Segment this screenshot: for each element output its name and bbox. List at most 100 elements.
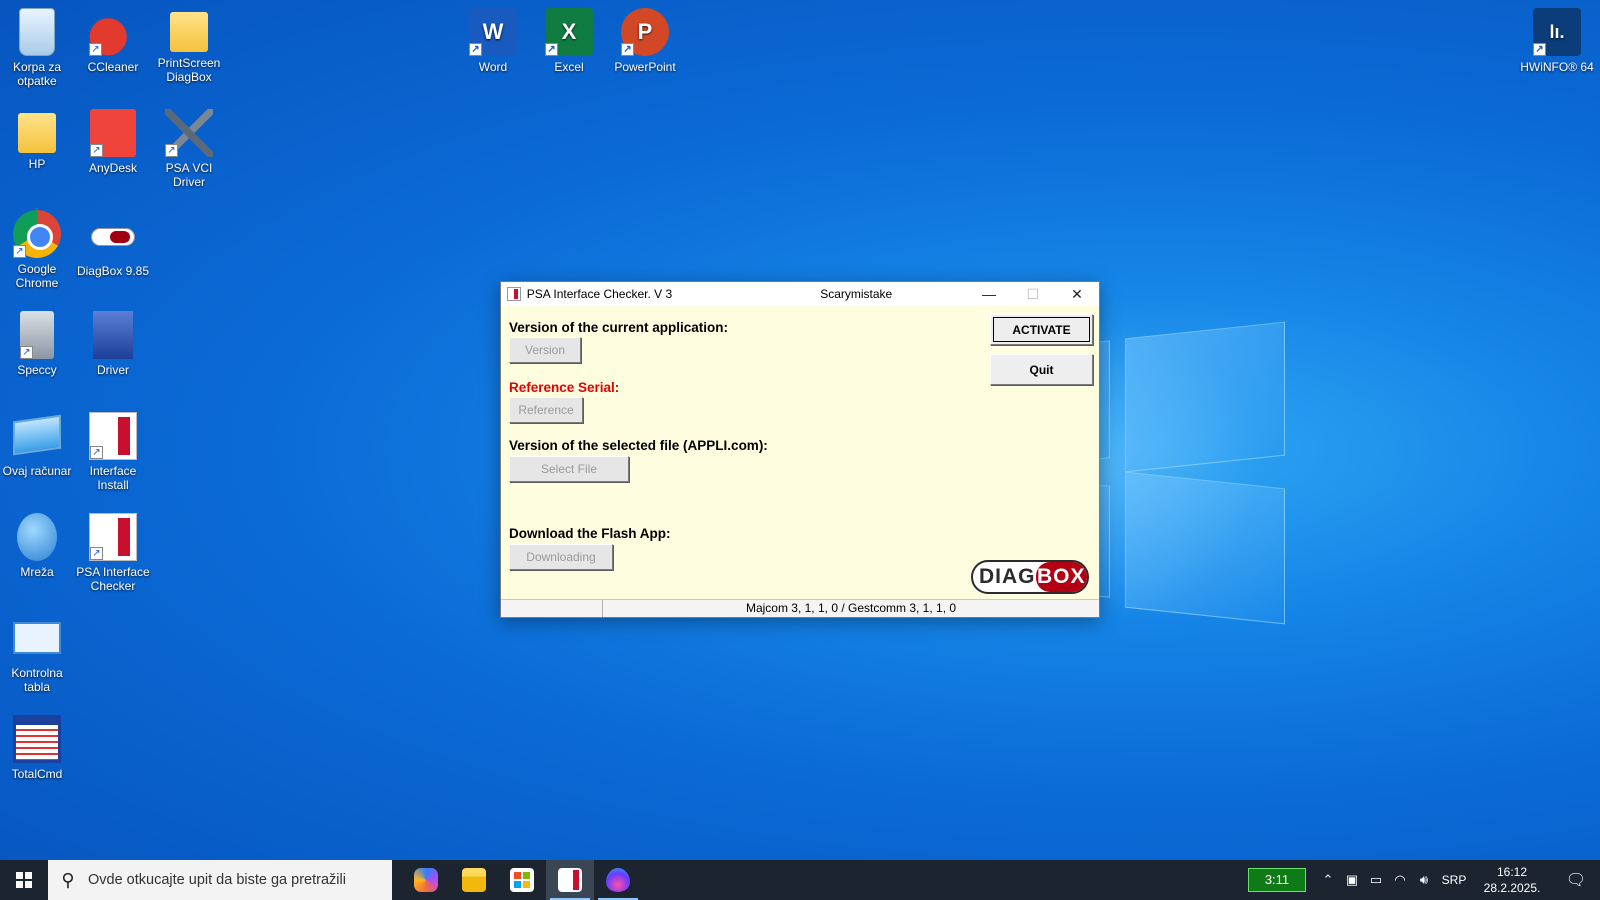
desktop-icon-label: PSA Interface Checker [76,565,150,593]
desktop-icon-driver[interactable]: Driver [76,311,150,377]
word-icon: W ↗ [469,8,517,56]
clock[interactable]: 16:12 28.2.2025. [1472,864,1552,896]
copilot-icon [414,868,438,892]
desktop-icon-network[interactable]: Mreža [0,513,74,579]
system-tray: 3:11 ⌃ ▣ ▭ ◠ 🔊︎ SRP 16:12 28.2.2025. 🗨︎ [1248,860,1600,900]
version-label: Version of the current application: [509,320,729,335]
desktop-icon-this-pc[interactable]: Ovaj računar [0,412,74,478]
psa-app-icon: ↗ [89,412,137,460]
taskbar-psa-interface-checker[interactable] [546,860,594,900]
psa-interface-checker-icon [558,868,582,892]
flash-app-label: Download the Flash App: [509,526,671,541]
language-indicator[interactable]: SRP [1436,873,1472,887]
desktop-icon-label: HWiNFO® 64 [1520,60,1594,74]
battery-icon[interactable]: ▭ [1364,872,1388,888]
desktop-icon-label: Speccy [17,363,57,377]
window-user-name: Scarymistake [820,287,893,301]
activate-button[interactable]: ACTIVATE [990,314,1093,345]
driver-icon [93,311,133,359]
search-box[interactable]: ⚲ Ovde otkucajte upit da biste ga pretra… [48,860,392,900]
search-placeholder: Ovde otkucajte upit da biste ga pretraži… [88,872,346,888]
notification-center-icon[interactable]: 🗨︎ [1552,870,1600,890]
status-version-text: Majcom 3, 1, 1, 0 / Gestcomm 3, 1, 1, 0 [745,601,957,615]
version-button[interactable]: Version [509,337,581,363]
desktop-icon-label: Ovaj računar [2,464,72,478]
desktop-icon-powerpoint[interactable]: P ↗ PowerPoint [608,8,682,74]
clock-date: 28.2.2025. [1483,881,1541,895]
maximize-button: ☐ [1026,286,1040,302]
desktop-icon-label: PowerPoint [614,60,676,74]
windows-start-icon [16,872,32,888]
ccleaner-icon: ↗ [89,8,137,56]
reference-serial-label: Reference Serial: [509,380,620,395]
desktop-icon-label: TotalCmd [11,767,63,781]
desktop-icon-label: CCleaner [87,60,139,74]
desktop-icon-label: PrintScreen DiagBox [157,56,221,84]
network-icon [17,513,57,561]
desktop-icon-hwinfo[interactable]: lı. ↗ HWiNFO® 64 [1520,8,1594,74]
search-icon: ⚲ [61,869,75,890]
taskbar-drop-app[interactable] [594,860,642,900]
desktop-icon-totalcmd[interactable]: TotalCmd [0,715,74,781]
select-file-button[interactable]: Select File [509,456,629,482]
drop-app-icon [606,868,630,892]
psa-app-icon: ↗ [89,513,137,561]
desktop-icon-label: PSA VCI Driver [165,161,213,189]
desktop-icon-psa-vci-driver[interactable]: ↗ PSA VCI Driver [152,109,226,189]
reference-button[interactable]: Reference [509,397,583,423]
status-left-pane [501,600,603,617]
desktop-icon-word[interactable]: W ↗ Word [456,8,530,74]
start-button[interactable] [0,860,48,900]
taskbar-store[interactable] [498,860,546,900]
quit-button[interactable]: Quit [990,354,1093,385]
desktop-icon-label: Google Chrome [15,262,59,290]
desktop-icon-excel[interactable]: X ↗ Excel [532,8,606,74]
desktop-icon-recycle-bin[interactable]: Korpa za otpatke [0,8,74,88]
speccy-icon: ↗ [20,311,54,359]
window-title: PSA Interface Checker. V 3 [526,287,673,301]
app-icon [507,287,521,301]
desktop-icon-diagbox[interactable]: DiagBox 9.85 [76,210,150,278]
totalcmd-icon [13,715,61,763]
desktop-icon-hp[interactable]: HP [0,109,74,171]
desktop-icon-label: Mreža [20,565,54,579]
downloading-button[interactable]: Downloading [509,544,613,570]
powerpoint-icon: P ↗ [621,8,669,56]
desktop-icon-label: DiagBox 9.85 [76,264,150,278]
tools-icon: ↗ [165,109,213,157]
minimize-button[interactable]: — [967,282,1011,306]
window-titlebar[interactable]: PSA Interface Checker. V 3 Scarymistake … [501,282,1099,306]
desktop-icon-speccy[interactable]: ↗ Speccy [0,311,74,377]
battery-time-widget[interactable]: 3:11 [1248,868,1306,892]
anydesk-icon: ↗ [90,109,136,157]
control-panel-icon [13,622,61,654]
volume-icon[interactable]: 🔊︎ [1412,872,1436,888]
wifi-icon[interactable]: ◠ [1388,872,1412,888]
desktop-icon-ccleaner[interactable]: ↗ CCleaner [76,8,150,74]
desktop-icon-printscreen-diagbox[interactable]: PrintScreen DiagBox [152,8,226,84]
desktop-icon-label: HP [28,157,46,171]
taskbar-file-explorer[interactable] [450,860,498,900]
folder-icon [170,12,208,52]
taskbar-copilot[interactable] [402,860,450,900]
excel-icon: X ↗ [545,8,593,56]
clock-time: 16:12 [1496,865,1528,879]
file-explorer-icon [462,868,486,892]
computer-icon [13,414,61,456]
close-button[interactable]: ✕ [1055,282,1099,306]
user-folder-icon [18,113,56,153]
meet-camera-icon[interactable]: ▣ [1340,872,1364,888]
desktop-icon-anydesk[interactable]: ↗ AnyDesk [76,109,150,175]
desktop-icon-label: Interface Install [89,464,137,492]
chrome-icon: ↗ [13,210,61,258]
diagbox-icon [91,228,135,246]
diagbox-logo: DIAG BOX [971,560,1089,594]
desktop-icon-label: Korpa za otpatke [12,60,62,88]
desktop-icon-control-panel[interactable]: Kontrolna tabla [0,614,74,694]
desktop-icon-interface-install[interactable]: ↗ Interface Install [76,412,150,492]
taskbar: ⚲ Ovde otkucajte upit da biste ga pretra… [0,860,1600,900]
desktop-icon-chrome[interactable]: ↗ Google Chrome [0,210,74,290]
show-hidden-icons-chevron-up-icon[interactable]: ⌃ [1316,872,1340,888]
desktop-icon-label: Kontrolna tabla [11,666,63,694]
desktop-icon-psa-interface-checker[interactable]: ↗ PSA Interface Checker [76,513,150,593]
